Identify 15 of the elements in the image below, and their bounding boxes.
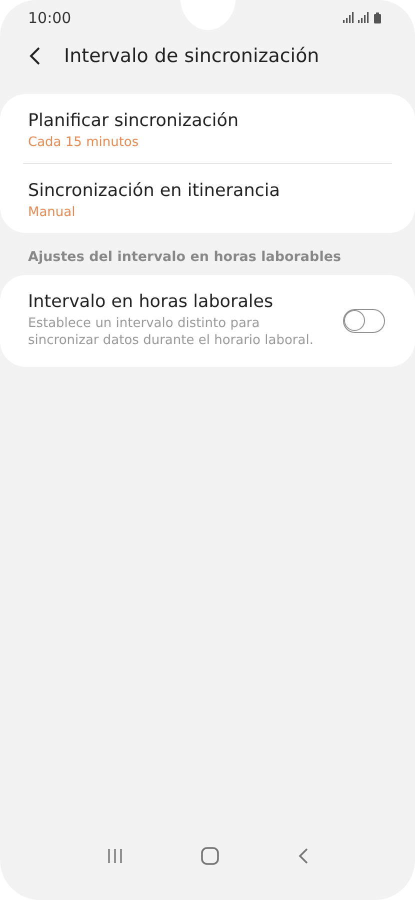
- setting-value: Cada 15 minutos: [28, 135, 140, 150]
- setting-title: Sincronización en itinerancia: [28, 181, 281, 201]
- recent-apps-icon[interactable]: [106, 848, 122, 864]
- setting-value: Manual: [28, 205, 76, 220]
- toggle-switch[interactable]: [343, 308, 385, 333]
- section-heading: Ajustes del intervalo en horas laborables: [27, 248, 342, 265]
- home-icon[interactable]: [200, 846, 220, 866]
- setting-item[interactable]: Sincronización en itinerancia Manual: [0, 164, 415, 233]
- back-icon[interactable]: [28, 46, 42, 66]
- page-title: Intervalo de sincronización: [64, 45, 320, 67]
- setting-description: Establece un intervalo distinto para sincronizar datos durante el horario laboral.: [28, 316, 314, 350]
- setting-title: Intervalo en horas laborales: [28, 292, 274, 312]
- status-time: 10:00: [28, 9, 72, 27]
- setting-item[interactable]: Planificar sincronización Cada 15 minutos: [0, 94, 415, 163]
- setting-title: Planificar sincronización: [28, 111, 240, 131]
